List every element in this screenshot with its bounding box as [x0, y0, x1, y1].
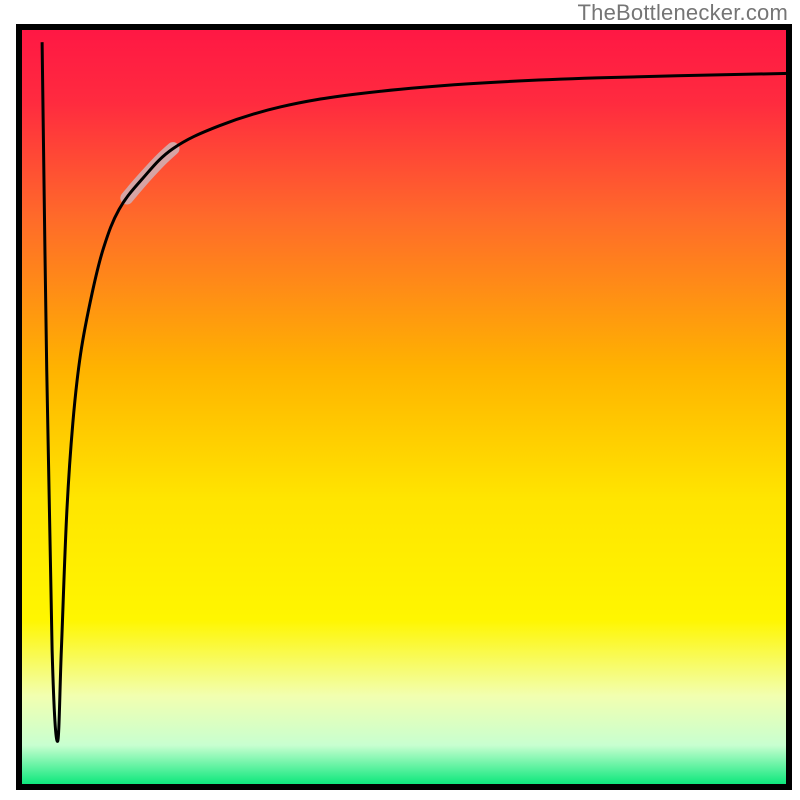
gradient-background [19, 27, 789, 787]
chart-stage: TheBottlenecker.com [0, 0, 800, 800]
source-label: TheBottlenecker.com [578, 0, 788, 26]
bottleneck-chart [0, 0, 800, 800]
